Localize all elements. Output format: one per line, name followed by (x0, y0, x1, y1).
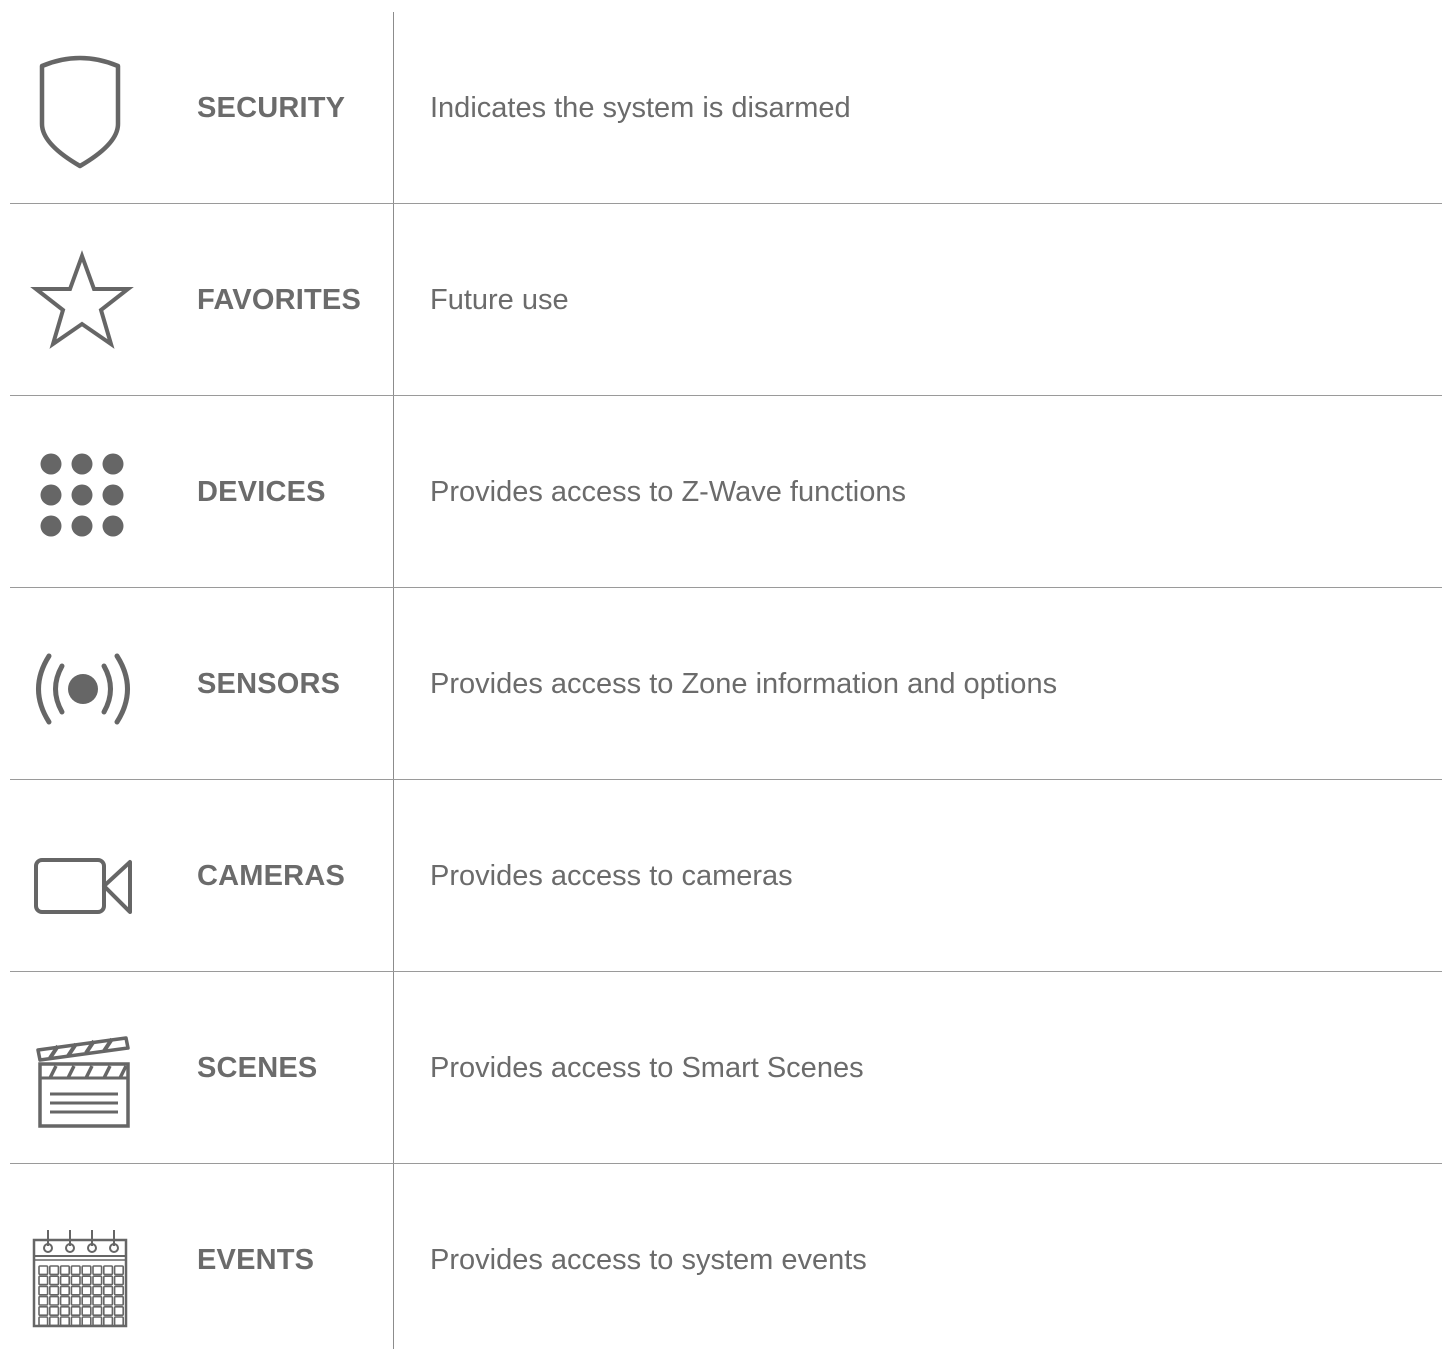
legend-name: SCENES (197, 1052, 318, 1084)
legend-row-events: EVENTS Provides access to system events (0, 1164, 1442, 1349)
legend-name: DEVICES (197, 476, 326, 508)
star-icon (22, 244, 142, 364)
legend-row-cameras: CAMERAS Provides access to cameras (0, 780, 1442, 972)
clapperboard-icon (22, 1024, 142, 1144)
legend-description: Future use (430, 284, 569, 316)
icon-legend: SECURITY Indicates the system is disarme… (0, 0, 1442, 1349)
grid-dots-icon (22, 436, 142, 556)
legend-description: Provides access to cameras (430, 860, 793, 892)
legend-name: CAMERAS (197, 860, 346, 892)
legend-name: SENSORS (197, 668, 341, 700)
legend-row-security: SECURITY Indicates the system is disarme… (0, 12, 1442, 204)
shield-icon (22, 54, 142, 174)
sensor-signal-icon (22, 626, 142, 746)
legend-name: FAVORITES (197, 284, 362, 316)
legend-name: EVENTS (197, 1244, 315, 1276)
calendar-icon (22, 1216, 142, 1336)
legend-name: SECURITY (197, 92, 346, 124)
legend-description: Provides access to Smart Scenes (430, 1052, 864, 1084)
legend-row-scenes: SCENES Provides access to Smart Scenes (0, 972, 1442, 1164)
legend-row-favorites: FAVORITES Future use (0, 204, 1442, 396)
legend-row-sensors: SENSORS Provides access to Zone informat… (0, 588, 1442, 780)
legend-description: Indicates the system is disarmed (430, 92, 851, 124)
video-camera-icon (22, 820, 142, 940)
legend-description: Provides access to Zone information and … (430, 668, 1058, 700)
legend-description: Provides access to system events (430, 1244, 867, 1276)
legend-description: Provides access to Z-Wave functions (430, 476, 906, 508)
legend-row-devices: DEVICES Provides access to Z-Wave functi… (0, 396, 1442, 588)
